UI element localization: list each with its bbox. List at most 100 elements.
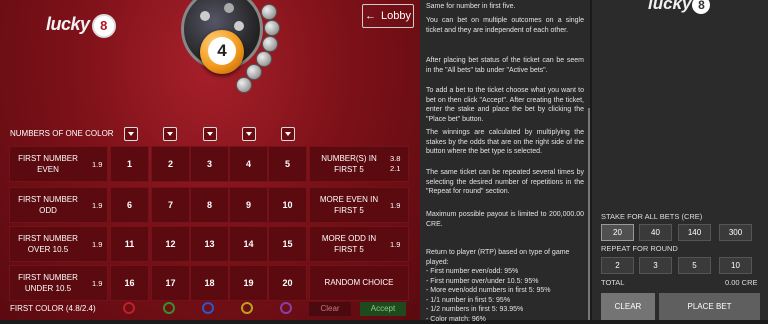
number-cell[interactable]: 1: [110, 146, 149, 182]
number-label: 11: [124, 239, 135, 249]
number-label: 5: [284, 159, 290, 169]
number-cell[interactable]: 9: [229, 187, 268, 223]
number-label: 13: [204, 239, 215, 249]
number-label: 16: [124, 278, 135, 288]
number-cell[interactable]: 20: [268, 265, 307, 301]
logo-eight: 8: [692, 0, 711, 14]
bet-cell-label: NUMBER(S) IN FIRST 5: [321, 154, 377, 174]
color-dropdown-2[interactable]: [163, 127, 177, 141]
clear-button[interactable]: CLEAR: [601, 293, 655, 320]
number-cell[interactable]: 8: [190, 187, 229, 223]
stake-option-button[interactable]: 40: [639, 224, 672, 241]
clear-selection-button[interactable]: Clear: [309, 302, 351, 316]
number-cell[interactable]: 7: [151, 187, 190, 223]
number-cell[interactable]: 19: [229, 265, 268, 301]
bet-cell-label: FIRST NUMBER EVEN: [18, 154, 78, 174]
rules-help-panel: Same for number in first five. You can be…: [420, 0, 590, 323]
bet-cell-first-number[interactable]: FIRST NUMBER EVEN 1.9: [9, 146, 108, 182]
number-cell[interactable]: 4: [229, 146, 268, 182]
first-color-ring[interactable]: [163, 302, 175, 314]
bet-cell-odd: 1.9: [92, 240, 103, 249]
number-cell[interactable]: 10: [268, 187, 307, 223]
number-cell[interactable]: 6: [110, 187, 149, 223]
bet-cell-first-number[interactable]: FIRST NUMBER UNDER 10.5 1.9: [9, 265, 108, 301]
repeat-option-button[interactable]: 5: [678, 257, 711, 274]
rail-ball: [261, 4, 277, 20]
number-cell[interactable]: 12: [151, 226, 190, 262]
number-cell[interactable]: 11: [110, 226, 149, 262]
number-label: 15: [282, 239, 293, 249]
color-dropdown-3[interactable]: [203, 127, 217, 141]
number-cell[interactable]: 5: [268, 146, 307, 182]
bet-slip-panel: lucky 8 STAKE FOR ALL BETS (CRE) 20 40 140 3…: [592, 0, 768, 320]
repeat-option-button[interactable]: 10: [719, 257, 752, 274]
bet-cell-first-number[interactable]: FIRST NUMBER ODD 1.9: [9, 187, 108, 223]
bet-cell-odd: 3.8: [390, 154, 401, 163]
game-panel: lucky 8 4 ← Lobby NUMBERS OF ONE COLOR FIR…: [0, 0, 420, 320]
repeat-option-button[interactable]: 2: [601, 257, 634, 274]
number-cell[interactable]: 15: [268, 226, 307, 262]
drawn-ball-number: 4: [208, 37, 236, 65]
stake-option-button[interactable]: 140: [678, 224, 711, 241]
help-paragraph: You can bet on multiple outcomes on a si…: [426, 17, 584, 34]
number-label: 8: [206, 200, 212, 210]
number-cell[interactable]: 2: [151, 146, 190, 182]
number-label: 20: [282, 278, 293, 288]
bet-cell-first-five[interactable]: RANDOM CHOICE: [309, 265, 409, 301]
number-cell[interactable]: 3: [190, 146, 229, 182]
number-label: 18: [204, 278, 215, 288]
bet-cell-label: RANDOM CHOICE: [324, 278, 394, 287]
lobby-button[interactable]: ← Lobby: [362, 4, 414, 28]
bet-cell-first-number[interactable]: FIRST NUMBER OVER 10.5 1.9: [9, 226, 108, 262]
bet-cell-odd: 2.1: [390, 164, 401, 173]
bet-cell-first-five[interactable]: MORE EVEN IN FIRST 5 1.9: [309, 187, 409, 223]
lobby-label: Lobby: [381, 10, 411, 22]
accept-button[interactable]: Accept: [360, 302, 406, 316]
number-label: 3: [206, 159, 212, 169]
number-cell[interactable]: 17: [151, 265, 190, 301]
help-paragraph: After placing bet status of the ticket c…: [426, 57, 584, 74]
bet-cell-label: FIRST NUMBER OVER 10.5: [18, 234, 78, 254]
numbers-of-one-color-label: NUMBERS OF ONE COLOR: [10, 129, 114, 138]
first-color-ring[interactable]: [123, 302, 135, 314]
logo-text: lucky: [46, 14, 90, 34]
drawn-ball: 4: [200, 30, 244, 74]
stake-label: STAKE FOR ALL BETS (CRE): [601, 212, 703, 221]
color-dropdown-4[interactable]: [242, 127, 256, 141]
place-bet-button[interactable]: PLACE BET: [659, 293, 760, 320]
bet-cell-first-five[interactable]: MORE ODD IN FIRST 5 1.9: [309, 226, 409, 262]
number-cell[interactable]: 16: [110, 265, 149, 301]
first-color-ring[interactable]: [202, 302, 214, 314]
first-color-ring[interactable]: [241, 302, 253, 314]
number-label: 1: [126, 159, 132, 169]
first-color-label: FIRST COLOR (4.8/2.4): [10, 304, 96, 313]
number-label: 6: [126, 200, 132, 210]
number-label: 2: [167, 159, 173, 169]
bet-cell-odd: 1.9: [92, 160, 103, 169]
number-label: 9: [245, 200, 251, 210]
repeat-option-button[interactable]: 3: [639, 257, 672, 274]
bet-cell-label: FIRST NUMBER ODD: [18, 195, 78, 215]
bet-cell-first-five[interactable]: NUMBER(S) IN FIRST 5 3.8 2.1: [309, 146, 409, 182]
help-paragraph: Return to player (RTP) based on type of …: [426, 249, 570, 323]
bet-cell-odd: 1.9: [390, 201, 401, 210]
stake-option-button[interactable]: 300: [719, 224, 752, 241]
number-cell[interactable]: 18: [190, 265, 229, 301]
number-cell[interactable]: 14: [229, 226, 268, 262]
logo-text: lucky: [648, 0, 692, 13]
lucky8-logo: lucky 8: [648, 0, 711, 14]
stake-option-button[interactable]: 20: [601, 224, 634, 241]
bet-cell-odd: 1.9: [92, 201, 103, 210]
help-paragraph: Same for number in first five.: [426, 3, 516, 10]
help-paragraph: The winnings are calculated by multiplyi…: [426, 129, 584, 155]
help-paragraph: Maximum possible payout is limited to 20…: [426, 211, 584, 228]
number-label: 4: [245, 159, 251, 169]
color-dropdown-1[interactable]: [124, 127, 138, 141]
help-scrollbar[interactable]: [588, 108, 590, 320]
number-cell[interactable]: 13: [190, 226, 229, 262]
first-color-ring[interactable]: [280, 302, 292, 314]
bet-cell-odd: 1.9: [390, 240, 401, 249]
total-value: 0.00 CRE: [725, 278, 758, 287]
color-dropdown-5[interactable]: [281, 127, 295, 141]
number-label: 14: [243, 239, 254, 249]
